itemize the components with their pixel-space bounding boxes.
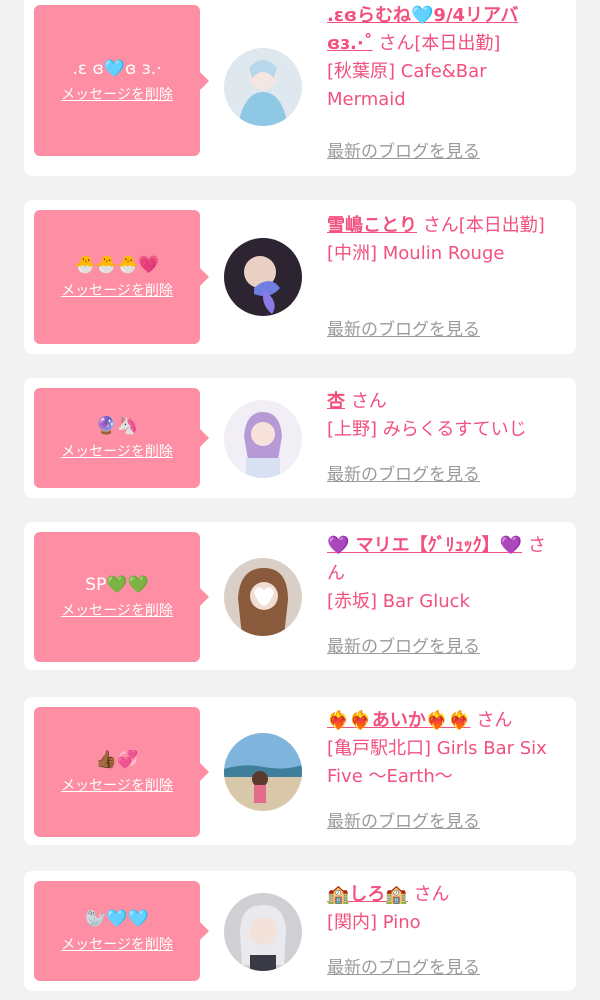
message-text: 🔮🦄 (95, 416, 139, 436)
latest-blog-link[interactable]: 最新のブログを見る (327, 636, 480, 658)
cast-info: 杏 さん [上野] みらくるすていじ (327, 388, 562, 444)
bubble-arrow (199, 428, 209, 448)
latest-blog-link[interactable]: 最新のブログを見る (327, 957, 480, 979)
cast-info: .ɛɞらむね🩵9/4リアバɞɜ.·˚ さん[本日出勤] [秋葉原] Cafe&B… (327, 2, 562, 114)
message-text: .ɛ ɞ🩵ɞ ɜ.· (72, 58, 162, 79)
avatar[interactable] (224, 400, 302, 478)
delete-message-link[interactable]: メッセージを削除 (61, 86, 173, 104)
shop-location: [上野] みらくるすていじ (327, 419, 527, 440)
message-text: 👍🏾💞 (95, 750, 139, 770)
bubble-arrow (199, 921, 209, 941)
avatar-photo (224, 558, 302, 636)
latest-blog-link[interactable]: 最新のブログを見る (327, 141, 480, 163)
list-item: 👍🏾💞 メッセージを削除 ❤️‍🔥❤️‍🔥あいか❤️‍🔥❤️‍🔥 さん [亀戸駅… (24, 697, 576, 845)
bubble-arrow (199, 587, 209, 607)
delete-message-link[interactable]: メッセージを削除 (61, 443, 173, 461)
avatar[interactable] (224, 48, 302, 126)
message-bubble[interactable]: 🦭🩵🩵 メッセージを削除 (34, 881, 209, 981)
cast-info: 🏫しろ🏫 さん [関内] Pino (327, 881, 562, 937)
delete-message-link[interactable]: メッセージを削除 (61, 602, 173, 620)
list-item: 🐣🐣🐣💗 メッセージを削除 雪嶋ことり さん[本日出勤] [中洲] Moulin… (24, 200, 576, 354)
avatar[interactable] (224, 893, 302, 971)
message-bubble[interactable]: 🐣🐣🐣💗 メッセージを削除 (34, 210, 209, 344)
honorific-label: さん (476, 710, 513, 731)
list-item: 🔮🦄 メッセージを削除 杏 さん [上野] みらくるすていじ 最新のブログを見る (24, 378, 576, 498)
list-item: .ɛ ɞ🩵ɞ ɜ.· メッセージを削除 .ɛɞらむね🩵9/4リアバɞɜ.·˚ さ… (24, 0, 576, 176)
delete-message-link[interactable]: メッセージを削除 (61, 936, 173, 954)
shop-location: [亀戸駅北口] Girls Bar Six Five 〜Earth〜 (327, 738, 547, 787)
cast-name-link[interactable]: 🏫しろ🏫 (327, 884, 408, 905)
bubble-arrow (199, 70, 209, 91)
shop-location: [関内] Pino (327, 912, 421, 933)
message-bubble[interactable]: 🔮🦄 メッセージを削除 (34, 388, 209, 488)
delete-message-link[interactable]: メッセージを削除 (61, 777, 173, 795)
latest-blog-link[interactable]: 最新のブログを見る (327, 319, 480, 341)
list-item: 🦭🩵🩵 メッセージを削除 🏫しろ🏫 さん [関内] Pino 最新のブログを見る (24, 871, 576, 991)
avatar-photo (224, 733, 302, 811)
message-text: 🐣🐣🐣💗 (74, 255, 160, 275)
message-text: 🦭🩵🩵 (85, 909, 149, 929)
work-status: [本日出勤] (458, 215, 545, 236)
honorific-label: さん (413, 884, 450, 905)
avatar-photo (224, 400, 302, 478)
honorific-label: さん (422, 215, 459, 236)
cast-name-link[interactable]: 杏 (327, 391, 345, 412)
cast-info: ❤️‍🔥❤️‍🔥あいか❤️‍🔥❤️‍🔥 さん [亀戸駅北口] Girls Bar… (327, 707, 562, 791)
cast-name-link[interactable]: 💜 マリエ【ｸﾞﾘｭｯｸ】💜 (327, 535, 522, 556)
cast-name-link[interactable]: 雪嶋ことり (327, 215, 417, 236)
honorific-label: さん (350, 391, 387, 412)
delete-message-link[interactable]: メッセージを削除 (61, 282, 173, 300)
shop-location: [赤坂] Bar Gluck (327, 591, 470, 612)
message-bubble[interactable]: .ɛ ɞ🩵ɞ ɜ.· メッセージを削除 (34, 5, 209, 156)
avatar[interactable] (224, 733, 302, 811)
shop-location: [中洲] Moulin Rouge (327, 243, 505, 264)
latest-blog-link[interactable]: 最新のブログを見る (327, 464, 480, 486)
cast-info: 雪嶋ことり さん[本日出勤] [中洲] Moulin Rouge (327, 212, 562, 268)
list-item: SP💚💚 メッセージを削除 💜 マリエ【ｸﾞﾘｭｯｸ】💜 さん [赤坂] Bar… (24, 522, 576, 670)
message-bubble[interactable]: SP💚💚 メッセージを削除 (34, 532, 209, 662)
cast-name-link[interactable]: ❤️‍🔥❤️‍🔥あいか❤️‍🔥❤️‍🔥 (327, 710, 471, 731)
cast-info: 💜 マリエ【ｸﾞﾘｭｯｸ】💜 さん [赤坂] Bar Gluck (327, 532, 562, 616)
avatar-photo (224, 238, 302, 316)
avatar[interactable] (224, 558, 302, 636)
message-bubble[interactable]: 👍🏾💞 メッセージを削除 (34, 707, 209, 837)
avatar-photo (224, 893, 302, 971)
avatar[interactable] (224, 238, 302, 316)
shop-location: [秋葉原] Cafe&Bar Mermaid (327, 61, 487, 110)
latest-blog-link[interactable]: 最新のブログを見る (327, 811, 480, 833)
message-text: SP💚💚 (85, 575, 149, 595)
avatar-photo (224, 48, 302, 126)
work-status: [本日出勤] (414, 33, 501, 54)
bubble-arrow (199, 762, 209, 782)
honorific-label: さん (378, 33, 415, 54)
bubble-arrow (199, 267, 209, 287)
